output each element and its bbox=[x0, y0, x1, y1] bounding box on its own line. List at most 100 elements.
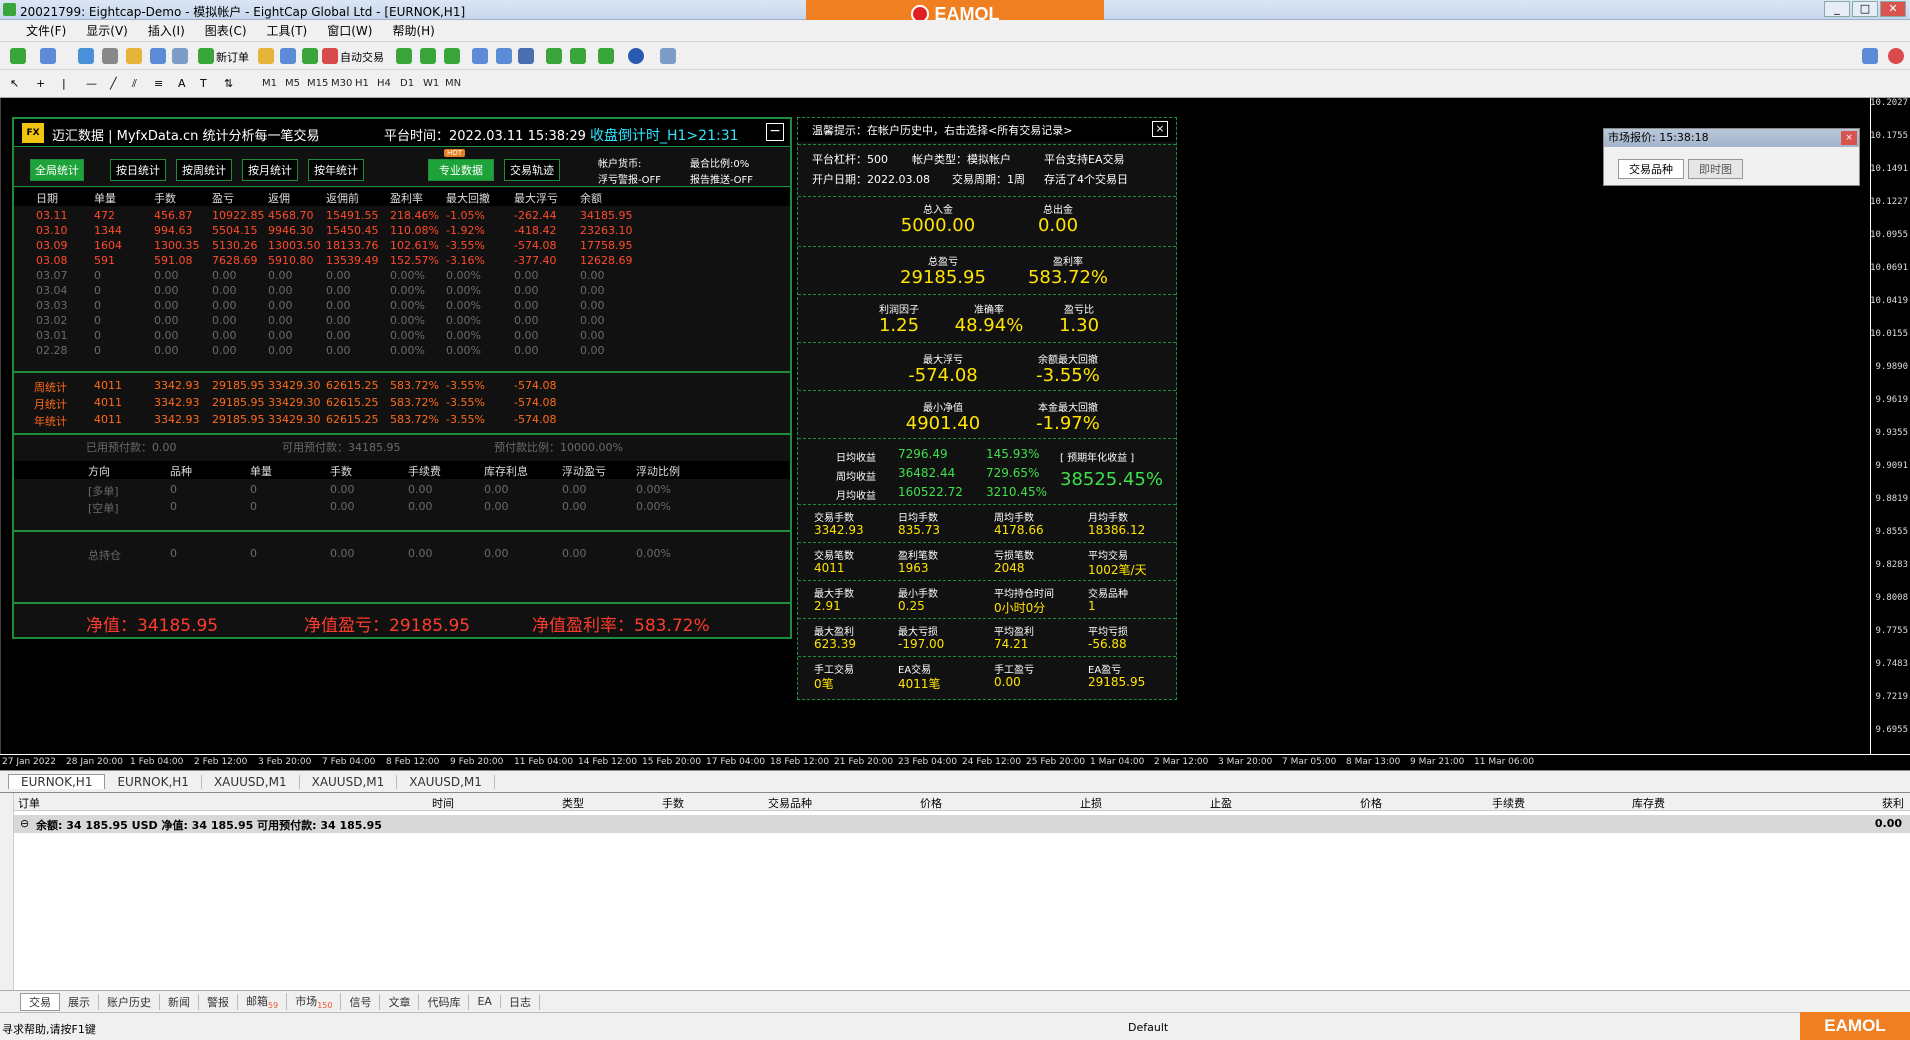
tab-mailbox[interactable]: 邮箱59 bbox=[238, 992, 288, 1011]
column-header[interactable]: 类型 bbox=[562, 795, 584, 811]
arrows-icon[interactable]: ⇅ bbox=[224, 77, 233, 90]
tf-m30[interactable]: M30 bbox=[331, 78, 352, 89]
chart-tab[interactable]: EURNOK,H1 bbox=[8, 774, 106, 789]
fibonacci-icon[interactable]: ≡ bbox=[154, 77, 163, 90]
tab-signals[interactable]: 信号 bbox=[341, 993, 381, 1010]
signals-icon[interactable] bbox=[302, 48, 318, 64]
column-header[interactable]: 库存费 bbox=[1632, 795, 1665, 811]
report-push-toggle[interactable]: 报告推送-OFF bbox=[690, 171, 753, 186]
tab-monthly-stats[interactable]: 按月统计 bbox=[242, 159, 298, 181]
minimize-button[interactable]: _ bbox=[1824, 1, 1850, 17]
auto-trade-icon[interactable] bbox=[322, 48, 338, 64]
column-header[interactable]: 手数 bbox=[662, 795, 684, 811]
autoscroll-icon[interactable] bbox=[546, 48, 562, 64]
column-header[interactable]: 止损 bbox=[1080, 795, 1102, 811]
tab-account-history[interactable]: 账户历史 bbox=[99, 993, 160, 1010]
menu-help[interactable]: 帮助(H) bbox=[392, 22, 434, 39]
tab-trade[interactable]: 交易 bbox=[20, 992, 60, 1011]
favorites-icon[interactable] bbox=[126, 48, 142, 64]
market-watch-close-button[interactable]: × bbox=[1841, 131, 1857, 145]
terminal-icon[interactable] bbox=[150, 48, 166, 64]
tf-m5[interactable]: M5 bbox=[285, 78, 300, 89]
vertical-line-icon[interactable]: | bbox=[62, 77, 66, 90]
profiles-icon[interactable] bbox=[40, 48, 56, 64]
tile-windows-icon[interactable] bbox=[518, 48, 534, 64]
menu-tools[interactable]: 工具(T) bbox=[267, 22, 308, 39]
tab-pro-data[interactable]: 专业数据 bbox=[428, 159, 494, 181]
navigator-icon[interactable] bbox=[102, 48, 118, 64]
tab-journal[interactable]: 日志 bbox=[501, 993, 540, 1010]
tester-icon[interactable] bbox=[172, 48, 188, 64]
tab-news[interactable]: 新闻 bbox=[160, 993, 199, 1010]
new-order-button[interactable]: 新订单 bbox=[216, 49, 249, 65]
tab-daily-stats[interactable]: 按日统计 bbox=[110, 159, 166, 181]
trendline-icon[interactable]: ╱ bbox=[110, 77, 117, 90]
chart-tab[interactable]: XAUUSD,M1 bbox=[397, 774, 495, 789]
tab-trade-track[interactable]: 交易轨迹 bbox=[504, 159, 560, 181]
community-icon[interactable] bbox=[280, 48, 296, 64]
close-button[interactable]: ✕ bbox=[1880, 1, 1906, 17]
column-header[interactable]: 交易品种 bbox=[768, 795, 812, 811]
zoom-in-icon[interactable] bbox=[472, 48, 488, 64]
menu-charts[interactable]: 图表(C) bbox=[205, 22, 247, 39]
column-header[interactable]: 价格 bbox=[920, 795, 942, 811]
menu-insert[interactable]: 插入(I) bbox=[148, 22, 185, 39]
text-icon[interactable]: A bbox=[178, 77, 186, 90]
market-watch-icon[interactable] bbox=[78, 48, 94, 64]
tab-articles[interactable]: 文章 bbox=[380, 993, 420, 1010]
chart-tab[interactable]: XAUUSD,M1 bbox=[202, 774, 300, 789]
tab-exposure[interactable]: 展示 bbox=[60, 993, 99, 1010]
search-icon[interactable] bbox=[1862, 48, 1878, 64]
notification-icon[interactable] bbox=[1888, 48, 1904, 64]
bar-chart-icon[interactable] bbox=[396, 48, 412, 64]
column-header[interactable]: 价格 bbox=[1360, 795, 1382, 811]
chart-shift-icon[interactable] bbox=[570, 48, 586, 64]
zoom-out-icon[interactable] bbox=[496, 48, 512, 64]
column-header[interactable]: 时间 bbox=[432, 795, 454, 811]
minimize-panel-button[interactable]: − bbox=[766, 123, 784, 141]
candle-chart-icon[interactable] bbox=[420, 48, 436, 64]
tab-tick-chart[interactable]: 即时图 bbox=[1688, 159, 1743, 179]
column-header[interactable]: 获利 bbox=[1882, 795, 1904, 811]
indicators-icon[interactable] bbox=[598, 48, 614, 64]
chart-tab[interactable]: EURNOK,H1 bbox=[105, 774, 202, 789]
tf-w1[interactable]: W1 bbox=[423, 78, 439, 89]
tf-mn[interactable]: MN bbox=[445, 78, 461, 89]
column-header[interactable]: 订单 bbox=[18, 795, 40, 811]
column-header[interactable]: 止盈 bbox=[1210, 795, 1232, 811]
tf-h1[interactable]: H1 bbox=[355, 78, 369, 89]
new-order-icon[interactable] bbox=[198, 48, 214, 64]
crosshair-icon[interactable]: + bbox=[36, 77, 45, 90]
horizontal-line-icon[interactable]: — bbox=[86, 77, 97, 90]
menu-window[interactable]: 窗口(W) bbox=[327, 22, 372, 39]
channel-icon[interactable]: ⫽ bbox=[132, 77, 137, 91]
tab-symbols[interactable]: 交易品种 bbox=[1618, 159, 1684, 179]
float-alert-toggle[interactable]: 浮亏警报-OFF bbox=[598, 171, 661, 186]
templates-icon[interactable] bbox=[660, 48, 676, 64]
balance-row[interactable]: ⊖ 余额: 34 185.95 USD 净值: 34 185.95 可用预付款:… bbox=[14, 815, 1910, 833]
tab-market[interactable]: 市场150 bbox=[287, 992, 342, 1011]
close-panel-button[interactable]: × bbox=[1152, 121, 1168, 137]
menu-view[interactable]: 显示(V) bbox=[86, 22, 128, 39]
tf-m15[interactable]: M15 bbox=[307, 78, 328, 89]
tf-m1[interactable]: M1 bbox=[262, 78, 277, 89]
column-header[interactable]: 手续费 bbox=[1492, 795, 1525, 811]
tab-experts[interactable]: EA bbox=[469, 995, 501, 1008]
auto-trade-button[interactable]: 自动交易 bbox=[340, 49, 384, 65]
tf-d1[interactable]: D1 bbox=[400, 78, 414, 89]
tab-weekly-stats[interactable]: 按周统计 bbox=[176, 159, 232, 181]
tab-alerts[interactable]: 警报 bbox=[199, 993, 238, 1010]
new-chart-icon[interactable] bbox=[10, 48, 26, 64]
text-label-icon[interactable]: T bbox=[200, 77, 207, 90]
tf-h4[interactable]: H4 bbox=[377, 78, 391, 89]
tab-global-stats[interactable]: 全局统计 bbox=[30, 159, 84, 181]
collapse-icon[interactable]: ⊖ bbox=[20, 817, 29, 830]
tab-codebase[interactable]: 代码库 bbox=[419, 993, 470, 1010]
chart-tab[interactable]: XAUUSD,M1 bbox=[300, 774, 398, 789]
maximize-button[interactable]: □ bbox=[1852, 1, 1878, 17]
line-chart-icon[interactable] bbox=[444, 48, 460, 64]
tab-yearly-stats[interactable]: 按年统计 bbox=[308, 159, 364, 181]
periods-icon[interactable] bbox=[628, 48, 644, 64]
metaeditor-icon[interactable] bbox=[258, 48, 274, 64]
cursor-icon[interactable]: ↖ bbox=[10, 77, 19, 90]
